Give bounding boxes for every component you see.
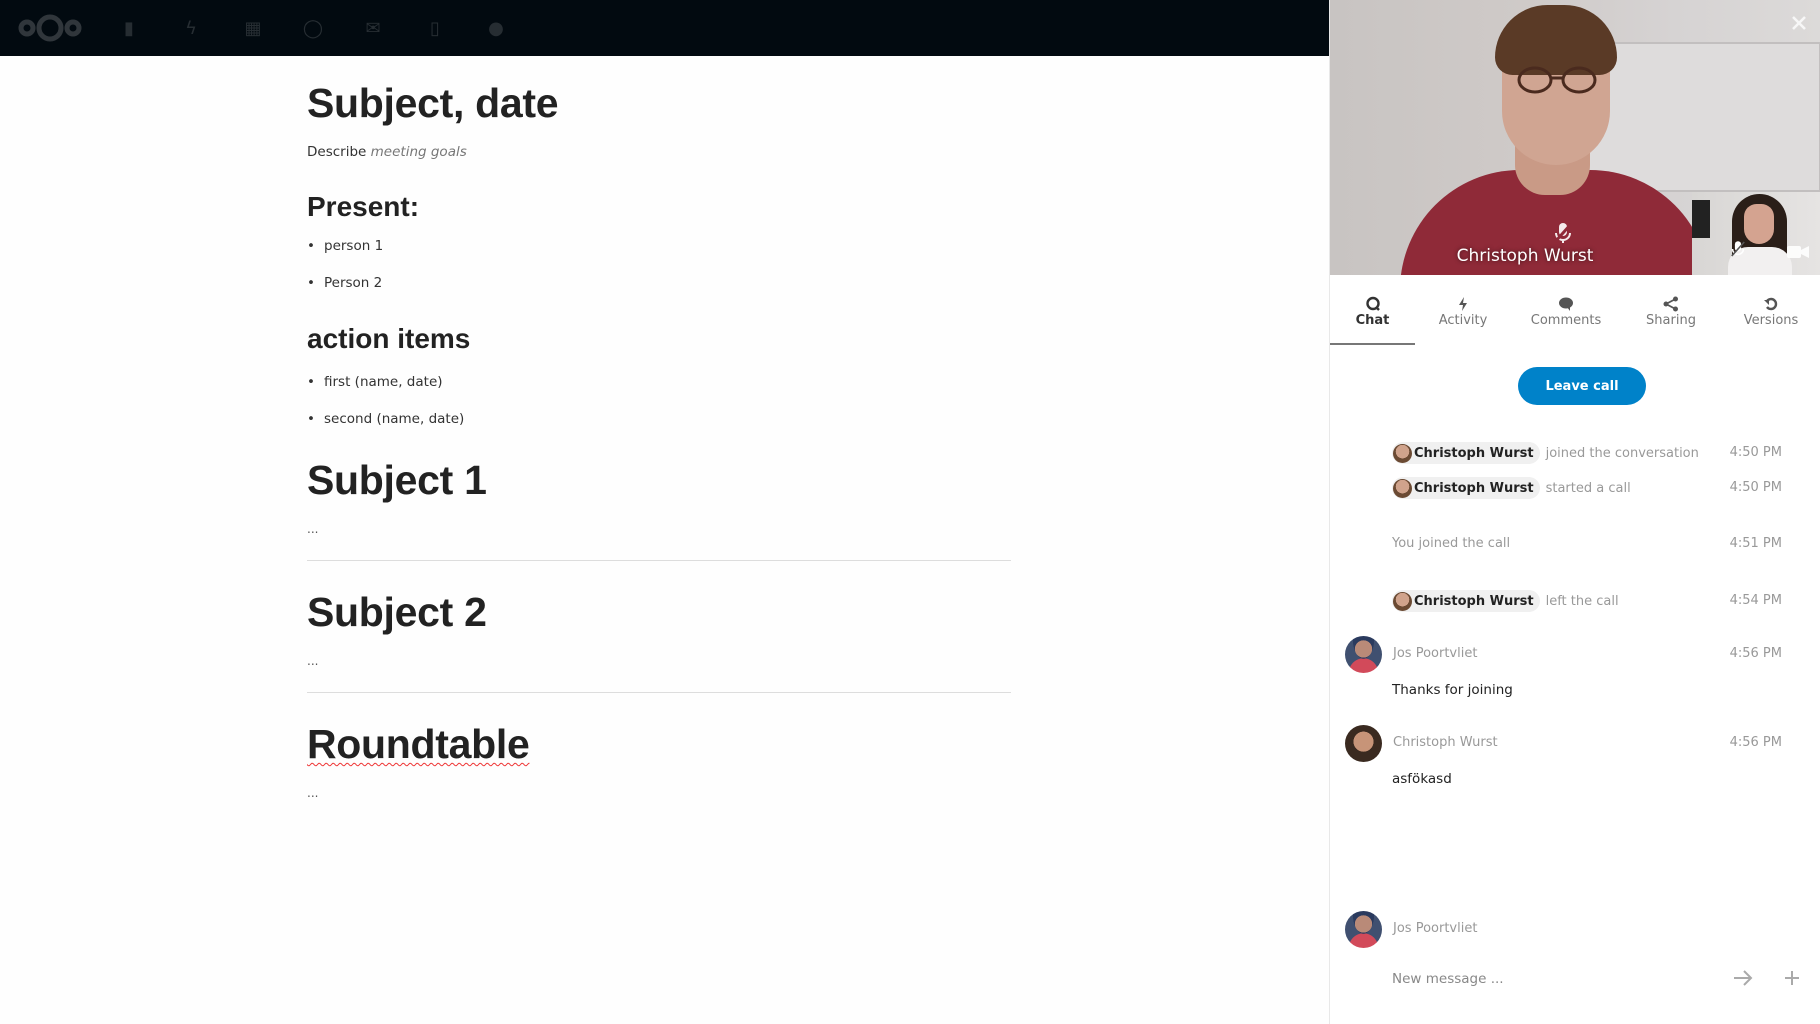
avatar[interactable] (1345, 725, 1382, 762)
speaker-video-glasses (1517, 66, 1597, 94)
composer-author: Jos Poortvliet (1393, 921, 1478, 936)
section-heading: Subject 1 (307, 457, 487, 503)
list-item: person 1 (307, 238, 383, 254)
tab-comments[interactable]: Comments (1511, 290, 1621, 345)
talk-icon[interactable]: ◯ (302, 18, 324, 40)
avatar[interactable] (1345, 636, 1382, 673)
document-editor[interactable]: Subject, date Describe meeting goals Pre… (0, 56, 1329, 1024)
misspelled-word: Roundtable (307, 721, 530, 767)
system-action: started a call (1545, 480, 1631, 496)
contacts-icon[interactable]: ▯ (424, 18, 446, 40)
close-icon[interactable] (1791, 15, 1807, 31)
speaker-name: Christoph Wurst (1456, 246, 1594, 266)
top-header: ▮ ϟ ▦ ◯ ✉ ▯ ● (0, 0, 1330, 56)
user-mention[interactable]: Christoph Wurst (1392, 477, 1540, 499)
comments-icon (1559, 297, 1573, 311)
mention-name: Christoph Wurst (1414, 445, 1534, 461)
section-heading: Subject 2 (307, 589, 487, 635)
sidebar-tabs: Chat Activity Comments Sharing Versions (1330, 290, 1820, 345)
message-header: Jos Poortvliet 4:56 PM (1345, 636, 1782, 674)
message-author: Christoph Wurst (1393, 735, 1498, 750)
history-icon (1764, 297, 1778, 311)
activity-icon (1459, 297, 1467, 311)
system-message: You joined the call 4:51 PM (1392, 533, 1782, 557)
message-time: 4:50 PM (1729, 445, 1782, 460)
self-video-face (1744, 204, 1774, 244)
chat-icon (1365, 296, 1380, 311)
camera-icon[interactable] (1787, 244, 1809, 260)
message-time: 4:51 PM (1729, 536, 1782, 551)
system-message: Christoph Wurst started a call 4:50 PM (1392, 477, 1782, 501)
section-body: ... (307, 654, 319, 668)
tab-label: Versions (1743, 313, 1799, 328)
activity-icon[interactable]: ϟ (180, 18, 202, 40)
user-mention[interactable]: Christoph Wurst (1392, 442, 1540, 464)
document-title: Subject, date (307, 80, 559, 126)
list-item: first (name, date) (307, 374, 442, 390)
system-action: joined the conversation (1545, 445, 1699, 461)
message-time: 4:56 PM (1729, 735, 1782, 750)
avatar (1345, 911, 1382, 948)
message-author: Jos Poortvliet (1393, 646, 1478, 661)
self-video-tv (1692, 200, 1710, 238)
microphone-off-icon (1554, 223, 1572, 243)
system-message: Christoph Wurst left the call 4:54 PM (1392, 590, 1782, 614)
tab-activity[interactable]: Activity (1415, 290, 1511, 345)
add-icon[interactable] (1783, 969, 1801, 987)
present-heading: Present: (307, 191, 420, 222)
message-time: 4:56 PM (1729, 646, 1782, 661)
new-message-input[interactable] (1392, 966, 1722, 992)
divider (307, 560, 1011, 561)
tab-label: Chat (1355, 313, 1390, 328)
system-message: Christoph Wurst joined the conversation 4… (1392, 442, 1782, 466)
photos-icon[interactable]: ▦ (242, 18, 264, 40)
send-icon[interactable] (1732, 968, 1754, 988)
tab-label: Sharing (1646, 313, 1696, 328)
message-time: 4:50 PM (1729, 480, 1782, 495)
video-call-view: Christoph Wurst (1330, 0, 1820, 275)
list-item: Person 2 (307, 275, 382, 291)
section-heading: Roundtable (307, 721, 530, 768)
tab-versions[interactable]: Versions (1721, 290, 1820, 345)
message-text: asfökasd (1392, 771, 1452, 787)
self-video (1692, 192, 1820, 275)
intro-text: Describe (307, 144, 367, 160)
mention-name: Christoph Wurst (1414, 593, 1534, 609)
avatar (1393, 443, 1412, 463)
action-items-heading: action items (307, 323, 471, 354)
tab-sharing[interactable]: Sharing (1621, 290, 1721, 345)
user-mention[interactable]: Christoph Wurst (1392, 590, 1540, 612)
message-header: Christoph Wurst 4:56 PM (1345, 725, 1782, 763)
system-action: You joined the call (1392, 536, 1511, 551)
self-microphone-off-icon[interactable] (1731, 240, 1745, 258)
mention-name: Christoph Wurst (1414, 480, 1534, 496)
avatar (1393, 591, 1412, 611)
mail-icon[interactable]: ✉ (362, 18, 384, 40)
avatar (1393, 478, 1412, 498)
section-body: ... (307, 786, 319, 800)
user-icon[interactable]: ● (485, 18, 507, 40)
tab-label: Activity (1438, 313, 1488, 328)
composer-header: Jos Poortvliet (1345, 911, 1782, 949)
intro-italic: meeting goals (370, 144, 467, 160)
tab-label: Comments (1530, 313, 1602, 328)
tab-chat[interactable]: Chat (1330, 290, 1415, 345)
system-action: left the call (1545, 593, 1619, 609)
section-body: ... (307, 522, 319, 536)
leave-call-button[interactable]: Leave call (1518, 367, 1646, 405)
files-icon[interactable]: ▮ (118, 18, 140, 40)
share-icon (1663, 296, 1678, 312)
nextcloud-logo[interactable] (16, 12, 84, 44)
message-text: Thanks for joining (1392, 682, 1513, 698)
intro-paragraph: Describe meeting goals (307, 144, 467, 160)
message-time: 4:54 PM (1729, 593, 1782, 608)
list-item: second (name, date) (307, 411, 464, 427)
talk-sidebar: Christoph Wurst Chat Activity Comments S… (1329, 0, 1820, 1024)
divider (307, 692, 1011, 693)
